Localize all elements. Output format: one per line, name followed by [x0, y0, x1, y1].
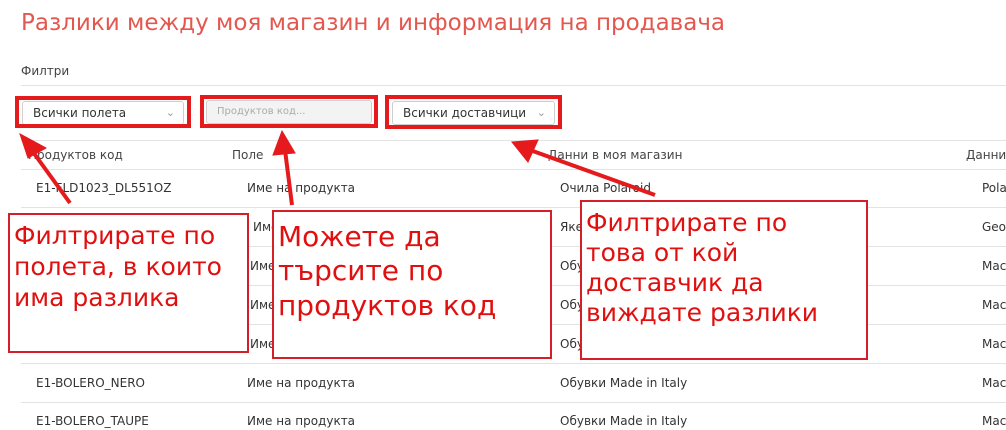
arrow-fields	[31, 150, 72, 205]
arrow-code	[283, 149, 294, 206]
arrow-fields-head	[19, 132, 48, 159]
arrow-supplier	[529, 148, 656, 197]
annotation-arrows	[19, 129, 656, 206]
arrow-code-head	[272, 129, 296, 156]
